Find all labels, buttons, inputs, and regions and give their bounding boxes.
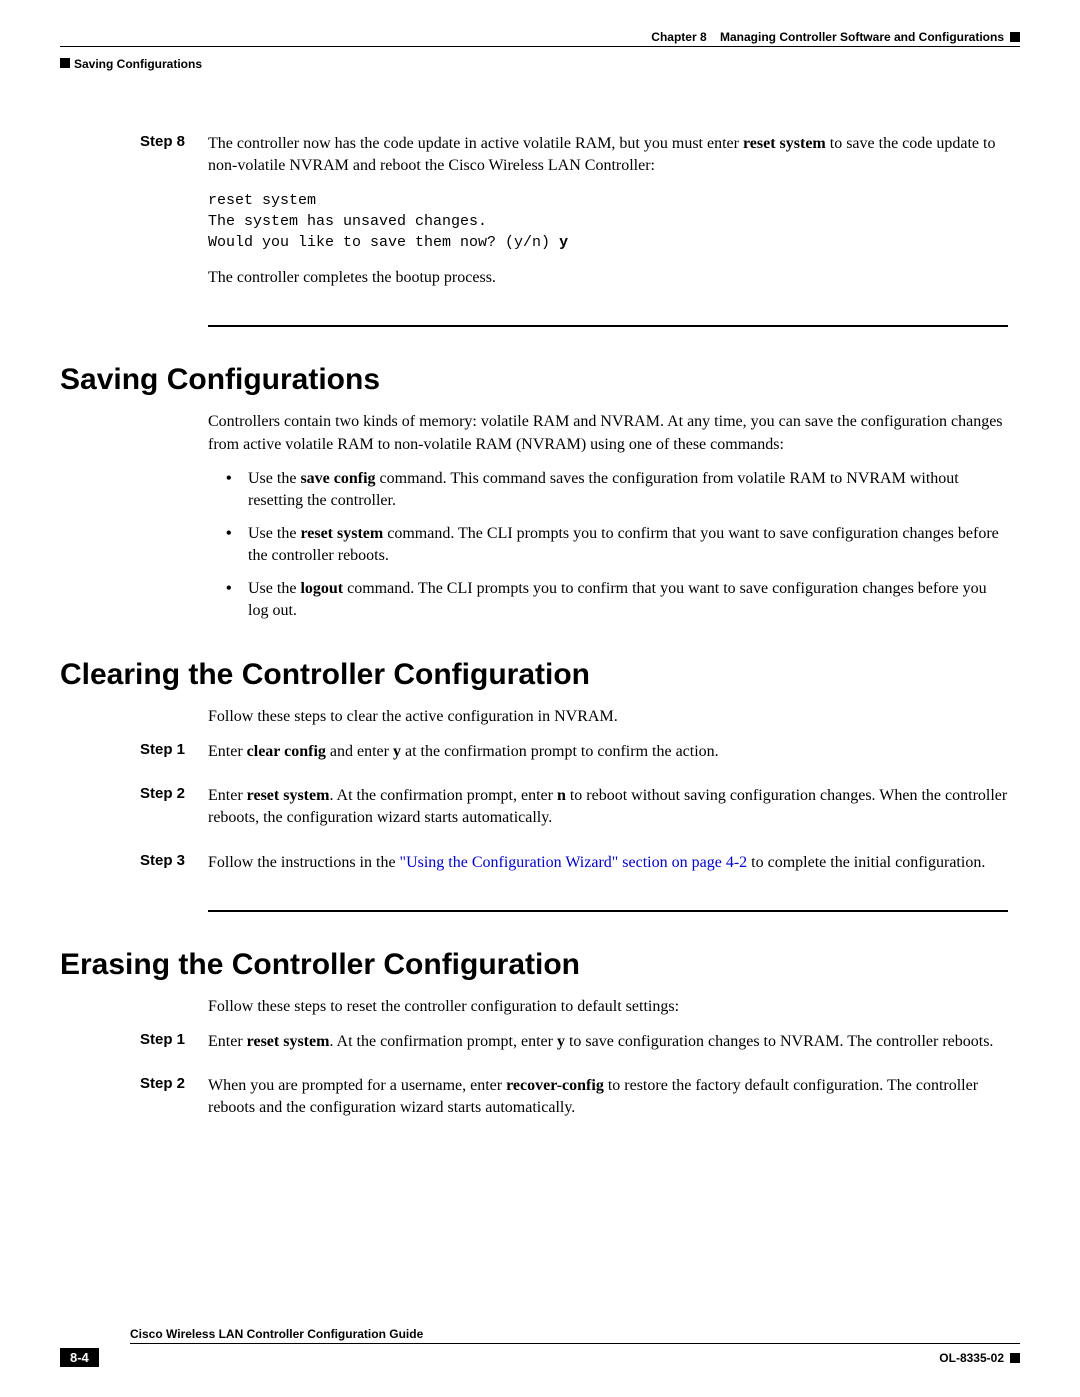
bullet-logout: Use the logout command. The CLI prompts …	[226, 578, 1008, 623]
saving-bullets: Use the save config command. This comman…	[226, 468, 1008, 622]
step-8: Step 8 The controller now has the code u…	[140, 133, 1008, 301]
step-label: Step 3	[140, 852, 208, 886]
end-of-step-rule	[208, 325, 1008, 327]
step-label: Step 2	[140, 785, 208, 842]
footer-marker-icon	[1010, 1353, 1020, 1363]
clearing-step-2: Step 2 Enter reset system. At the confir…	[140, 785, 1008, 842]
step8-code: reset system The system has unsaved chan…	[208, 190, 1008, 253]
step8-para2: The controller completes the bootup proc…	[208, 267, 1008, 289]
step-label: Step 2	[140, 1075, 208, 1132]
footer-book-title: Cisco Wireless LAN Controller Configurat…	[130, 1327, 1020, 1341]
clearing-intro: Follow these steps to clear the active c…	[208, 706, 1008, 728]
chapter-title: Managing Controller Software and Configu…	[720, 30, 1004, 44]
step-label: Step 8	[140, 133, 208, 301]
config-wizard-link[interactable]: "Using the Configuration Wizard" section…	[400, 854, 748, 871]
footer-rule	[130, 1343, 1020, 1344]
heading-clearing-configuration: Clearing the Controller Configuration	[60, 658, 1008, 692]
running-header: Chapter 8 Managing Controller Software a…	[60, 30, 1020, 44]
page-number: 8-4	[60, 1348, 99, 1367]
clearing-step-3: Step 3 Follow the instructions in the "U…	[140, 852, 1008, 886]
step-label: Step 1	[140, 1031, 208, 1065]
header-rule	[60, 46, 1020, 47]
section-marker-icon	[60, 58, 70, 68]
erasing-step-1: Step 1 Enter reset system. At the confir…	[140, 1031, 1008, 1065]
reset-system-cmd: reset system	[743, 135, 826, 152]
heading-saving-configurations: Saving Configurations	[60, 363, 1008, 397]
section-marker-label: Saving Configurations	[74, 57, 202, 71]
heading-erasing-configuration: Erasing the Controller Configuration	[60, 948, 1008, 982]
header-marker-icon	[1010, 32, 1020, 42]
chapter-label: Chapter 8	[651, 30, 706, 44]
erasing-step-2: Step 2 When you are prompted for a usern…	[140, 1075, 1008, 1132]
doc-id: OL-8335-02	[939, 1351, 1004, 1365]
saving-intro: Controllers contain two kinds of memory:…	[208, 411, 1008, 456]
page-footer: Cisco Wireless LAN Controller Configurat…	[60, 1327, 1020, 1367]
bullet-reset-system: Use the reset system command. The CLI pr…	[226, 523, 1008, 568]
bullet-save-config: Use the save config command. This comman…	[226, 468, 1008, 513]
clearing-step-1: Step 1 Enter clear config and enter y at…	[140, 741, 1008, 775]
end-of-step-rule-2	[208, 910, 1008, 912]
erasing-intro: Follow these steps to reset the controll…	[208, 996, 1008, 1018]
step-label: Step 1	[140, 741, 208, 775]
step8-para1: The controller now has the code update i…	[208, 133, 1008, 178]
